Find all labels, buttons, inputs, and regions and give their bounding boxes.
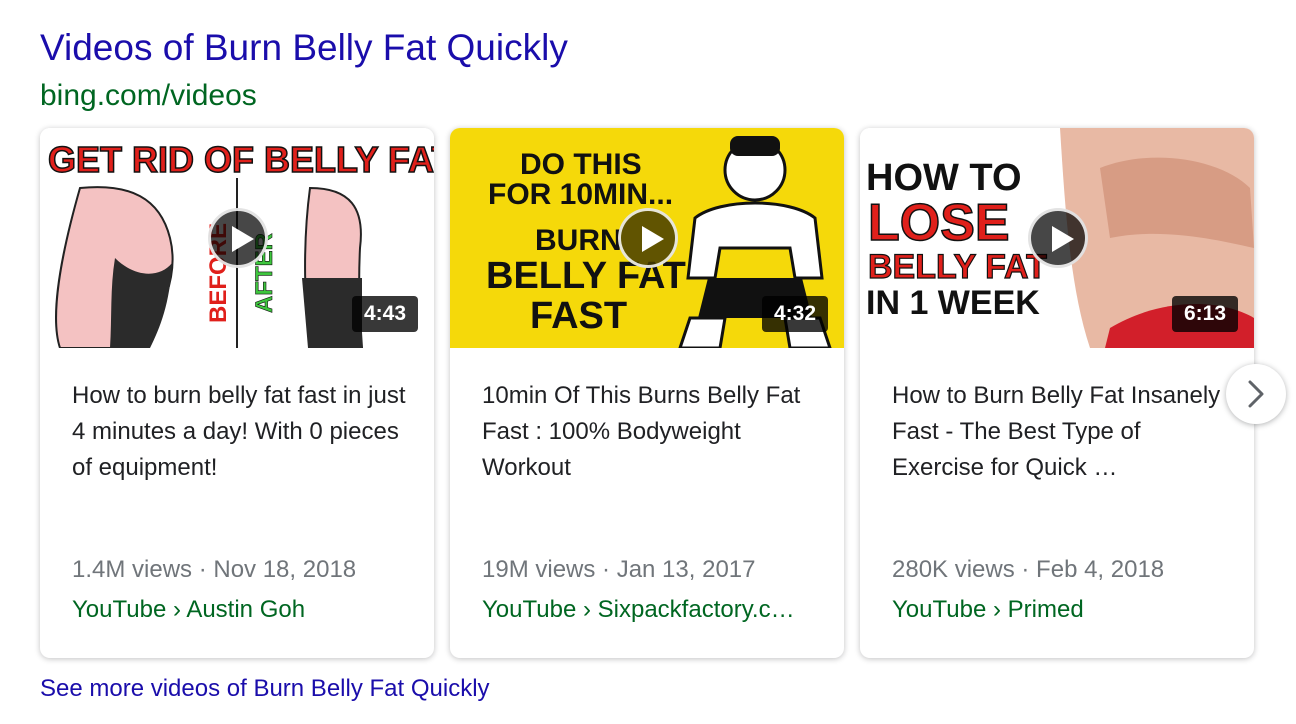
play-icon[interactable] — [208, 208, 268, 268]
video-channel: YouTube › Austin Goh — [72, 596, 306, 623]
video-card[interactable]: HOW TO LOSE BELLY FAT IN 1 WEEK 6:13 How… — [860, 128, 1254, 658]
thumb-line: BURN — [535, 224, 622, 257]
carousel-next-button[interactable] — [1226, 364, 1286, 424]
video-title[interactable]: How to Burn Belly Fat Insanely Fast - Th… — [892, 378, 1232, 486]
thumb-line: HOW TO — [866, 157, 1022, 199]
thumb-line: DO THIS — [520, 148, 642, 181]
thumb-line: FOR 10MIN... — [488, 178, 673, 211]
thumb-headline: GET RID OF BELLY FAT — [48, 139, 434, 180]
video-meta: 19M views · Jan 13, 2017 — [482, 556, 756, 583]
video-thumbnail[interactable]: DO THIS FOR 10MIN... BURN BELLY FAT FAST… — [450, 128, 844, 348]
play-icon[interactable] — [618, 208, 678, 268]
video-card[interactable]: GET RID OF BELLY FAT BEFORE AFTER 4:43 H… — [40, 128, 434, 658]
video-meta: 1.4M views · Nov 18, 2018 — [72, 556, 357, 583]
video-meta: 280K views · Feb 4, 2018 — [892, 556, 1165, 583]
chevron-right-icon — [1248, 380, 1264, 408]
thumb-line: FAST — [530, 295, 627, 337]
video-channel: YouTube › Sixpackfactory.c… — [482, 596, 795, 623]
play-icon[interactable] — [1028, 208, 1088, 268]
thumb-line: LOSE — [868, 194, 1010, 252]
video-thumbnail[interactable]: GET RID OF BELLY FAT BEFORE AFTER 4:43 — [40, 128, 434, 348]
video-card[interactable]: DO THIS FOR 10MIN... BURN BELLY FAT FAST… — [450, 128, 844, 658]
duration-badge: 4:32 — [761, 296, 828, 332]
video-title[interactable]: 10min Of This Burns Belly Fat Fast : 100… — [482, 378, 822, 486]
duration-badge: 6:13 — [1171, 296, 1238, 332]
thumb-line: BELLY FAT — [868, 248, 1047, 286]
source-url: bing.com/videos — [40, 79, 257, 112]
thumb-line: IN 1 WEEK — [866, 284, 1040, 322]
duration-badge: 4:43 — [351, 296, 418, 332]
see-more-link[interactable]: See more videos of Burn Belly Fat Quickl… — [40, 672, 490, 706]
video-channel: YouTube › Primed — [892, 596, 1084, 623]
results-heading-link[interactable]: Videos of Burn Belly Fat Quickly — [40, 24, 568, 72]
video-title[interactable]: How to burn belly fat fast in just 4 min… — [72, 378, 412, 486]
video-thumbnail[interactable]: HOW TO LOSE BELLY FAT IN 1 WEEK 6:13 — [860, 128, 1254, 348]
